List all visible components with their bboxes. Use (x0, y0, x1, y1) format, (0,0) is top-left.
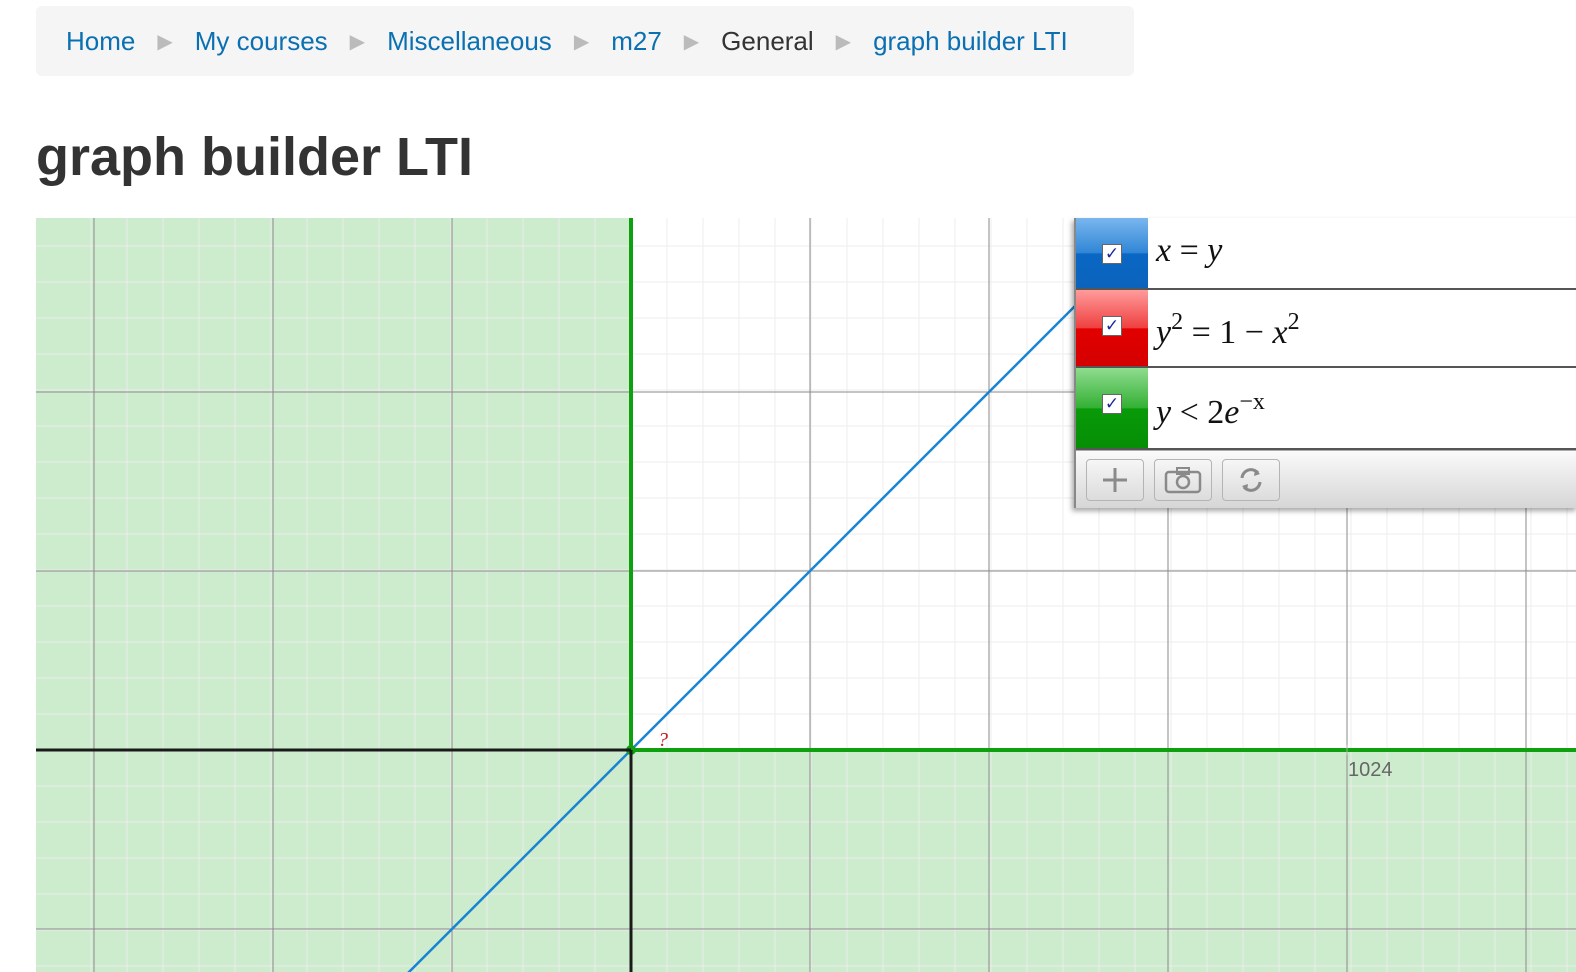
checkbox-icon[interactable]: ✓ (1102, 316, 1122, 336)
expression-row-1[interactable]: ✓ x = y (1076, 218, 1576, 290)
expr-lhs: x (1156, 232, 1172, 269)
expr-rhs-exp: 2 (1287, 309, 1300, 335)
expr-lhs-exp: 2 (1171, 309, 1184, 335)
expr-rhs-var: e (1224, 394, 1240, 431)
breadcrumb-home[interactable]: Home (66, 26, 135, 57)
expr-rhs-const: 1 − (1219, 314, 1264, 351)
expr-op: = (1191, 314, 1211, 351)
expr-rhs: y (1207, 232, 1223, 269)
breadcrumb-separator-icon: ▶ (157, 30, 173, 53)
add-expression-button[interactable] (1086, 459, 1144, 501)
breadcrumb-my-courses[interactable]: My courses (195, 26, 328, 57)
breadcrumb-separator-icon: ▶ (835, 30, 852, 53)
x-tick-label: 1024 (1348, 759, 1393, 781)
breadcrumb-graph-builder[interactable]: graph builder LTI (873, 26, 1068, 57)
expr-lhs: y (1156, 394, 1172, 431)
breadcrumb-general: General (721, 25, 814, 56)
breadcrumb-separator-icon: ▶ (573, 30, 590, 53)
expression-3[interactable]: y < 2e−x (1156, 390, 1265, 432)
page-title: graph builder LTI (36, 127, 473, 187)
breadcrumb-separator-icon: ▶ (683, 30, 700, 53)
point-label: ? (658, 729, 668, 751)
expr-op: = (1179, 232, 1199, 269)
breadcrumb-miscellaneous[interactable]: Miscellaneous (387, 26, 552, 57)
reset-button[interactable] (1222, 459, 1280, 501)
inequality-region (36, 218, 631, 972)
expr-rhs-coef: 2 (1207, 394, 1225, 431)
expr-rhs-var: x (1272, 314, 1288, 351)
checkbox-icon[interactable]: ✓ (1102, 244, 1122, 264)
inequality-region (631, 750, 1576, 972)
camera-icon (1164, 467, 1202, 494)
screenshot-button[interactable] (1154, 459, 1212, 501)
expression-panel: ✓ x = y ✓ y2 = 1 − x2 ✓ y < 2e−x (1074, 218, 1576, 508)
expression-1[interactable]: x = y (1156, 232, 1222, 270)
expression-row-3[interactable]: ✓ y < 2e−x (1076, 368, 1576, 450)
expression-toolbar (1076, 450, 1576, 508)
plus-icon (1103, 468, 1127, 492)
breadcrumb: Home ▶ My courses ▶ Miscellaneous ▶ m27 … (36, 6, 1134, 76)
breadcrumb-separator-icon: ▶ (349, 30, 366, 53)
expr-lhs-var: y (1156, 314, 1172, 351)
refresh-icon (1240, 468, 1262, 492)
checkbox-icon[interactable]: ✓ (1102, 394, 1122, 414)
expr-rhs-exp: −x (1239, 389, 1265, 415)
expr-op: < (1179, 394, 1199, 431)
breadcrumb-m27[interactable]: m27 (611, 26, 662, 57)
expression-2[interactable]: y2 = 1 − x2 (1156, 310, 1300, 352)
expression-row-2[interactable]: ✓ y2 = 1 − x2 (1076, 290, 1576, 368)
